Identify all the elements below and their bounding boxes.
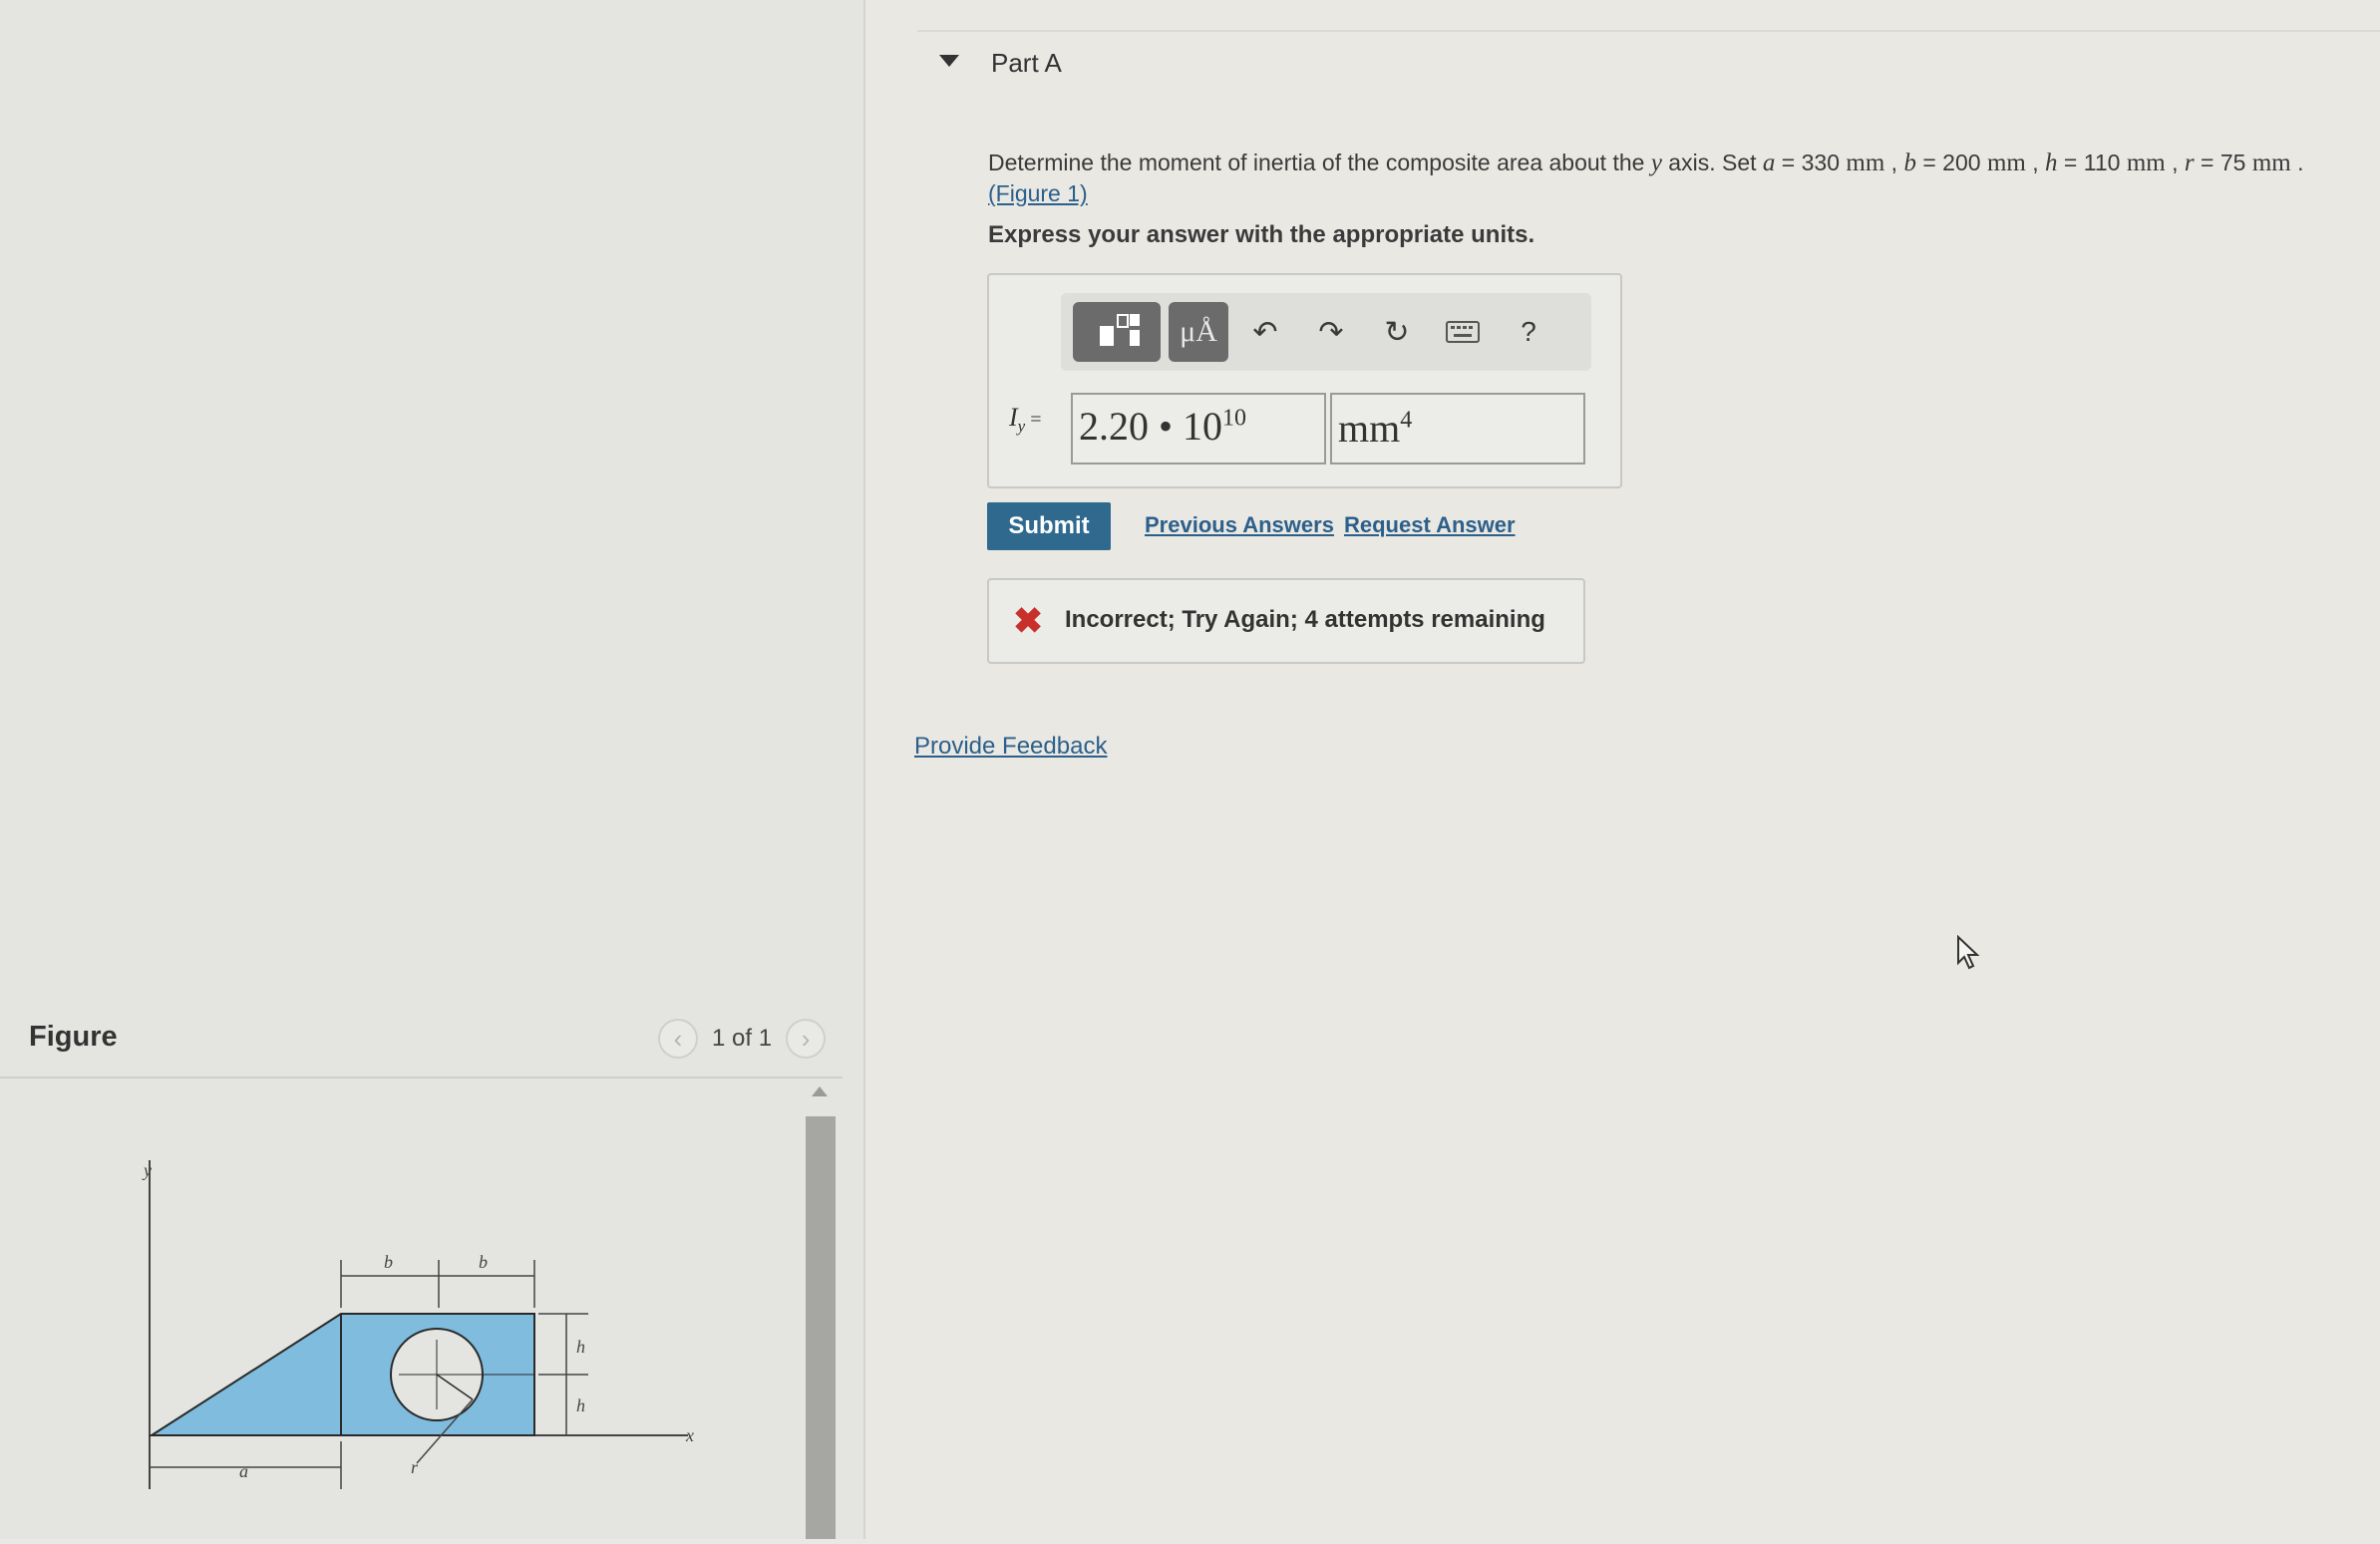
templates-button[interactable] xyxy=(1073,302,1161,362)
chevron-right-icon[interactable]: › xyxy=(786,1019,827,1059)
figure-diagram-area: y x b b h h a r xyxy=(0,1081,843,1539)
top-divider xyxy=(917,30,2380,32)
collapse-caret-icon[interactable] xyxy=(939,55,959,67)
templates-icon xyxy=(1092,310,1142,354)
composite-area-diagram: y x b b h h a r xyxy=(142,1160,694,1489)
request-answer-link[interactable]: Request Answer xyxy=(1344,512,1516,538)
keyboard-icon[interactable] xyxy=(1442,311,1484,353)
figure-link[interactable]: (Figure 1) xyxy=(988,180,1088,206)
feedback-message: Incorrect; Try Again; 4 attempts remaini… xyxy=(1065,606,1545,633)
answer-box: μÅ ↶ ↷ ↻ ? Iy = 2.20 • 1010 mm4 xyxy=(987,273,1622,488)
redo-icon[interactable]: ↷ xyxy=(1310,311,1352,353)
help-icon[interactable]: ? xyxy=(1508,311,1549,353)
scroll-up-icon[interactable] xyxy=(812,1086,828,1096)
undo-icon[interactable]: ↶ xyxy=(1244,311,1286,353)
h-top-label: h xyxy=(576,1337,585,1357)
figure-pager: ‹ 1 of 1 › xyxy=(658,1019,827,1059)
provide-feedback-link[interactable]: Provide Feedback xyxy=(914,733,1107,761)
b-left-label: b xyxy=(384,1252,393,1272)
units-button[interactable]: μÅ xyxy=(1169,302,1228,362)
figure-header: Figure ‹ 1 of 1 › xyxy=(0,1007,843,1079)
unit-input[interactable]: mm4 xyxy=(1330,393,1585,464)
feedback-box: ✖ Incorrect; Try Again; 4 attempts remai… xyxy=(987,578,1585,664)
submit-button[interactable]: Submit xyxy=(987,502,1111,550)
figure-panel: Figure ‹ 1 of 1 › y x b b h h a r xyxy=(0,0,865,1539)
scroll-thumb[interactable] xyxy=(806,1116,836,1539)
reset-icon[interactable]: ↻ xyxy=(1376,311,1418,353)
mouse-cursor-icon xyxy=(1957,935,1980,970)
h-bottom-label: h xyxy=(576,1395,585,1415)
question-text: Determine the moment of inertia of the c… xyxy=(988,150,2304,206)
b-right-label: b xyxy=(479,1252,488,1272)
instruction-text: Express your answer with the appropriate… xyxy=(988,221,1535,248)
previous-answers-link[interactable]: Previous Answers xyxy=(1145,512,1334,538)
question-panel: Part A Determine the moment of inertia o… xyxy=(867,0,2380,1539)
pager-text: 1 of 1 xyxy=(712,1025,773,1052)
x-axis-label: x xyxy=(685,1425,694,1445)
value-input[interactable]: 2.20 • 1010 xyxy=(1071,393,1326,464)
math-toolbar: μÅ ↶ ↷ ↻ ? xyxy=(1061,293,1591,371)
answer-label: Iy = xyxy=(1009,403,1042,437)
units-icon: μÅ xyxy=(1180,315,1217,348)
figure-title: Figure xyxy=(29,1021,118,1053)
part-title: Part A xyxy=(991,48,1062,78)
y-axis-label: y xyxy=(142,1160,152,1180)
chevron-left-icon[interactable]: ‹ xyxy=(658,1019,698,1059)
figure-scrollbar[interactable] xyxy=(806,1086,836,1539)
incorrect-x-icon: ✖ xyxy=(1013,600,1044,641)
r-label: r xyxy=(411,1457,419,1477)
a-label: a xyxy=(239,1461,248,1481)
